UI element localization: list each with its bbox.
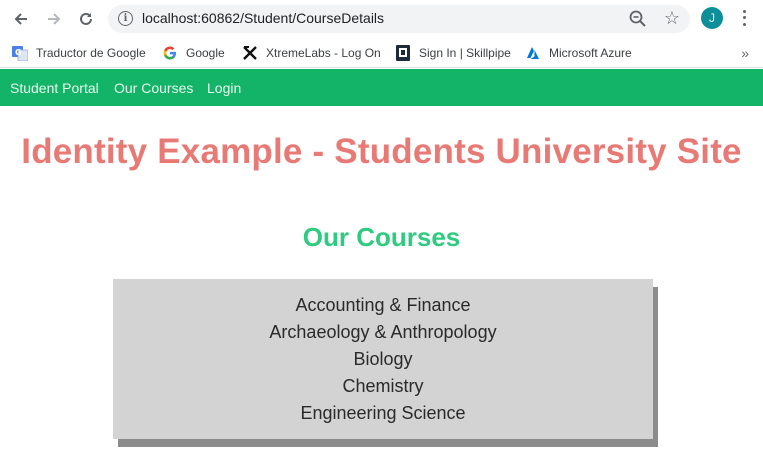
bookmark-skillpipe[interactable]: Sign In | Skillpipe [395, 42, 511, 64]
bookmark-label: Google [186, 46, 225, 60]
profile-avatar[interactable]: J [701, 7, 723, 29]
bookmark-star-icon[interactable]: ☆ [664, 7, 680, 29]
courses-heading: Our Courses [302, 222, 461, 252]
azure-icon [525, 45, 541, 61]
page-title: Identity Example - Students University S… [21, 132, 742, 171]
google-translate-icon: G [12, 45, 28, 61]
nav-link-student-portal[interactable]: Student Portal [10, 80, 99, 96]
course-item: Biology [353, 349, 413, 369]
course-list: Accounting & Finance Archaeology & Anthr… [113, 279, 653, 439]
zoom-icon[interactable] [628, 9, 648, 29]
bookmarks-bar: G Traductor de Google Google XtremeLabs … [0, 37, 763, 68]
course-item: Archaeology & Anthropology [269, 322, 497, 342]
url-text[interactable]: localhost:60862/Student/CourseDetails [142, 10, 384, 26]
nav-link-our-courses[interactable]: Our Courses [114, 80, 193, 96]
bookmark-google[interactable]: Google [162, 42, 225, 64]
back-arrow-icon[interactable] [9, 7, 33, 31]
bookmark-label: Traductor de Google [36, 46, 146, 60]
site-navbar: Student Portal Our Courses Login [0, 69, 763, 106]
bookmark-microsoft-azure[interactable]: Microsoft Azure [525, 42, 632, 64]
nav-link-login[interactable]: Login [207, 80, 241, 96]
google-icon [162, 45, 178, 61]
reload-icon[interactable] [74, 7, 98, 31]
course-item: Chemistry [342, 376, 424, 396]
browser-toolbar: i localhost:60862/Student/CourseDetails … [0, 0, 763, 37]
browser-menu-icon[interactable] [736, 8, 752, 28]
address-bar[interactable]: i localhost:60862/Student/CourseDetails … [108, 5, 690, 33]
bookmark-label: XtremeLabs - Log On [266, 46, 381, 60]
bookmarks-overflow-icon[interactable]: » [741, 45, 749, 61]
course-item: Accounting & Finance [295, 295, 471, 315]
bookmark-xtremelabs[interactable]: XtremeLabs - Log On [242, 42, 381, 64]
xtremelabs-icon [242, 45, 258, 61]
bookmark-label: Sign In | Skillpipe [419, 46, 511, 60]
forward-arrow-icon[interactable] [42, 7, 66, 31]
bookmark-traductor-de-google[interactable]: G Traductor de Google [12, 42, 146, 64]
course-item: Engineering Science [300, 403, 466, 423]
skillpipe-icon [395, 45, 411, 61]
site-info-icon[interactable]: i [118, 11, 133, 26]
svg-text:G: G [15, 48, 22, 57]
bookmark-label: Microsoft Azure [549, 46, 632, 60]
